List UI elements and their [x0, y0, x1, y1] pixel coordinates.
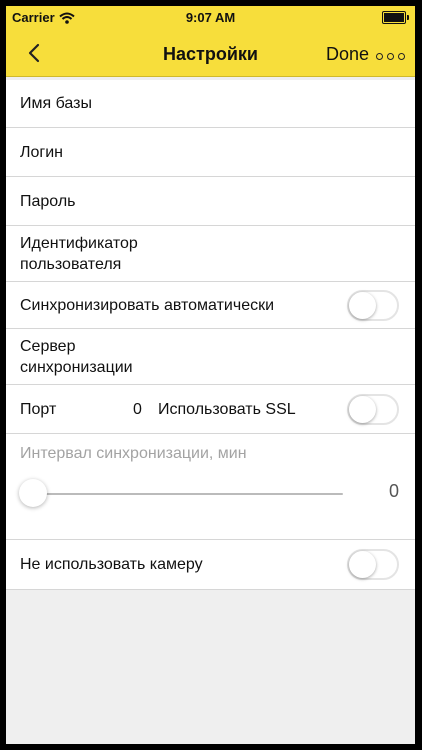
status-bar: Carrier 9:07 AM	[6, 6, 415, 30]
use-ssl-label: Использовать SSL	[158, 401, 296, 418]
settings-list: Имя базы Логин Пароль Идентификатор поль…	[6, 80, 415, 590]
more-dots-icon[interactable]	[376, 53, 405, 60]
user-id-label-line2: пользователя	[20, 256, 122, 273]
navigation-bar: Настройки Done	[6, 31, 415, 76]
device-screen: Carrier 9:07 AM Настройки Done Имя базы …	[6, 6, 415, 744]
done-button[interactable]: Done	[326, 44, 369, 65]
port-ssl-row: Порт 0 Использовать SSL	[6, 385, 415, 434]
header-bar: Carrier 9:07 AM Настройки Done	[6, 6, 415, 77]
no-camera-label: Не использовать камеру	[20, 556, 203, 573]
password-label: Пароль	[20, 193, 76, 210]
sync-server-field[interactable]: Сервер синхронизации	[6, 329, 415, 385]
db-name-field[interactable]: Имя базы	[6, 80, 415, 128]
sync-interval-value: 0	[388, 481, 399, 501]
status-time: 9:07 AM	[185, 10, 236, 25]
auto-sync-label: Синхронизировать автоматически	[20, 297, 275, 314]
port-label: Порт	[20, 401, 57, 418]
sync-interval-slider-track[interactable]	[34, 493, 343, 495]
port-value[interactable]: 0	[133, 401, 142, 419]
use-ssl-toggle[interactable]	[347, 394, 399, 425]
login-field[interactable]: Логин	[6, 128, 415, 177]
no-camera-row: Не использовать камеру	[6, 540, 415, 590]
sync-interval-row: Интервал синхронизации, мин 0	[6, 434, 415, 540]
db-name-label: Имя базы	[20, 95, 92, 112]
sync-interval-label: Интервал синхронизации, мин	[20, 445, 247, 462]
sync-server-label-line1: Сервер	[20, 338, 76, 355]
sync-server-label-line2: синхронизации	[20, 359, 133, 376]
auto-sync-toggle[interactable]	[347, 290, 399, 321]
battery-icon	[382, 11, 409, 24]
no-camera-toggle[interactable]	[347, 549, 399, 580]
user-id-label-line1: Идентификатор	[20, 235, 138, 252]
auto-sync-row: Синхронизировать автоматически	[6, 282, 415, 329]
password-field[interactable]: Пароль	[6, 177, 415, 226]
sync-interval-slider-thumb[interactable]	[19, 479, 47, 507]
login-label: Логин	[20, 144, 64, 161]
user-id-field[interactable]: Идентификатор пользователя	[6, 226, 415, 282]
